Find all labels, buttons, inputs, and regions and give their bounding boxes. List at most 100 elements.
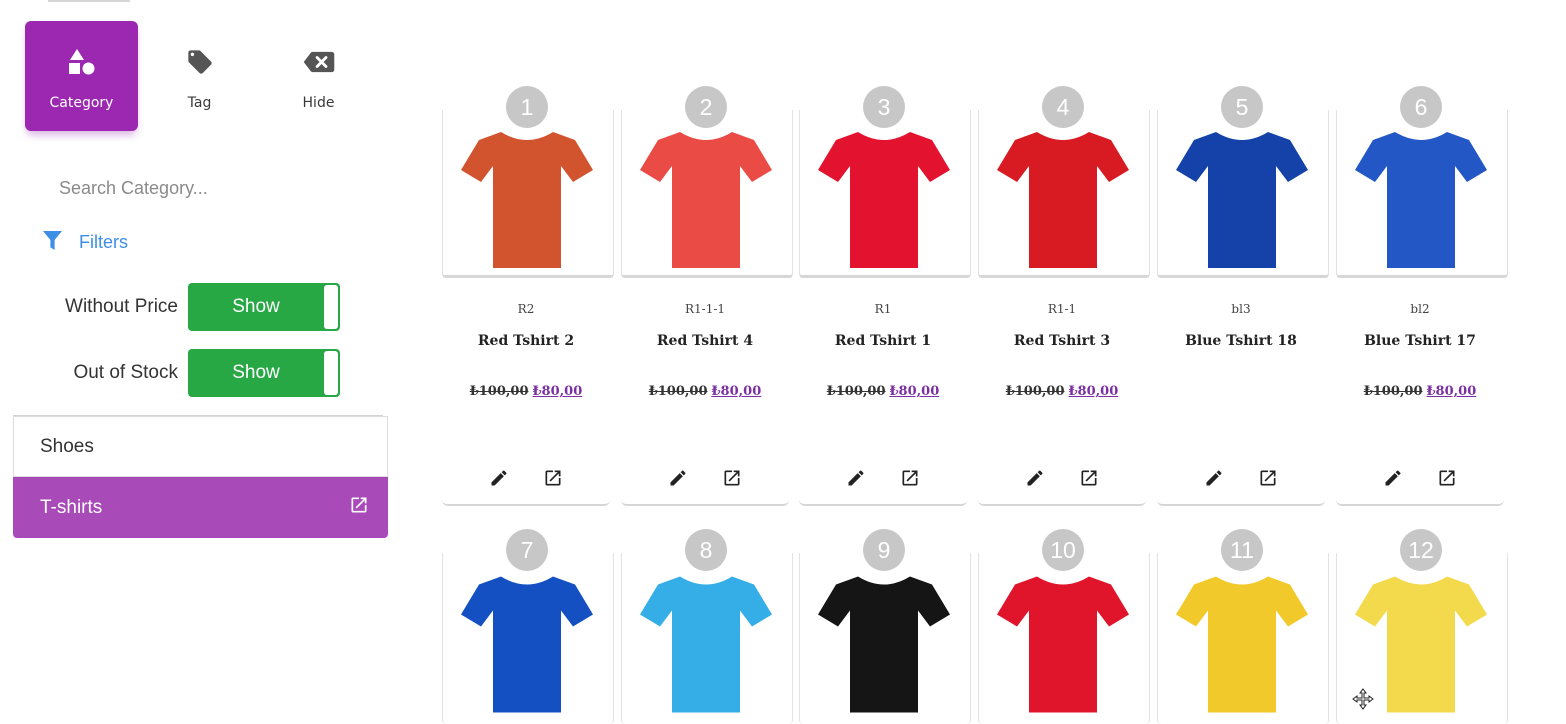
filters-toggle[interactable]: Filters xyxy=(42,230,128,255)
tshirt-shape xyxy=(640,132,772,268)
sale-price[interactable]: ₺80,00 xyxy=(533,384,583,399)
product-image[interactable] xyxy=(978,553,1150,724)
product-index-badge: 4 xyxy=(1042,86,1084,128)
sale-price[interactable]: ₺80,00 xyxy=(890,384,940,399)
category-list: Shoes T-shirts xyxy=(13,416,388,538)
tshirt-shape xyxy=(997,576,1129,713)
product-index-badge: 9 xyxy=(863,529,905,571)
product-price: ₺100,00 ₺80,00 xyxy=(442,384,610,399)
sale-price[interactable]: ₺80,00 xyxy=(1069,384,1119,399)
product-price: ₺100,00 ₺80,00 xyxy=(978,384,1146,399)
without-price-toggle[interactable]: Show xyxy=(188,283,340,331)
edit-icon[interactable] xyxy=(1023,466,1047,490)
old-price: ₺100,00 xyxy=(469,384,529,399)
product-index-badge: 6 xyxy=(1400,86,1442,128)
sale-price[interactable]: ₺80,00 xyxy=(712,384,762,399)
open-in-new-icon[interactable] xyxy=(541,466,565,490)
product-index-badge: 11 xyxy=(1221,529,1263,571)
product-price: ₺100,00 ₺80,00 xyxy=(621,384,789,399)
tab-hide[interactable]: Hide xyxy=(262,21,375,131)
product-actions xyxy=(621,466,789,506)
product-name: Red Tshirt 1 xyxy=(834,333,932,349)
toggle-knob xyxy=(324,351,338,395)
product-index-badge: 3 xyxy=(863,86,905,128)
edit-icon[interactable] xyxy=(487,466,511,490)
tshirt-shape xyxy=(1355,132,1487,268)
product-name: Blue Tshirt 18 xyxy=(1185,333,1297,349)
product-image[interactable] xyxy=(621,553,793,724)
product-image[interactable] xyxy=(799,553,971,724)
product-actions xyxy=(978,466,1146,506)
open-in-new-icon[interactable] xyxy=(1435,466,1459,490)
tshirt-shape xyxy=(461,132,593,268)
product-image[interactable] xyxy=(1157,553,1329,724)
product-index-badge: 8 xyxy=(685,529,727,571)
product-image[interactable] xyxy=(1157,110,1329,278)
open-in-new-icon[interactable] xyxy=(1256,466,1280,490)
product-name: Red Tshirt 2 xyxy=(477,333,575,349)
open-in-new-icon[interactable] xyxy=(720,466,744,490)
tshirt-shape xyxy=(640,576,772,713)
toggle-knob xyxy=(324,285,338,329)
category-item-label: Shoes xyxy=(40,435,94,457)
without-price-toggle-text: Show xyxy=(232,296,280,317)
product-image[interactable] xyxy=(799,110,971,278)
shapes-icon xyxy=(68,47,96,77)
edit-icon[interactable] xyxy=(1202,466,1226,490)
edit-icon[interactable] xyxy=(844,466,868,490)
product-index-badge: 7 xyxy=(506,529,548,571)
tshirt-shape xyxy=(818,132,950,268)
product-actions xyxy=(1157,466,1325,506)
product-index-badge: 5 xyxy=(1221,86,1263,128)
product-name: Blue Tshirt 17 xyxy=(1364,333,1476,349)
edit-icon[interactable] xyxy=(666,466,690,490)
backspace-icon xyxy=(303,47,335,77)
product-image[interactable] xyxy=(1336,110,1508,278)
tab-category[interactable]: Category xyxy=(25,21,138,131)
product-actions xyxy=(1336,466,1504,506)
product-image[interactable] xyxy=(978,110,1150,278)
tshirt-shape xyxy=(1355,576,1487,713)
tshirt-shape xyxy=(997,132,1129,268)
edit-icon[interactable] xyxy=(1381,466,1405,490)
product-index-badge: 1 xyxy=(506,86,548,128)
product-sku: R2 xyxy=(517,302,535,316)
product-index-badge: 12 xyxy=(1400,529,1442,571)
product-name: Red Tshirt 3 xyxy=(1013,333,1111,349)
search-category-input[interactable] xyxy=(34,172,374,204)
out-of-stock-toggle-text: Show xyxy=(232,362,280,383)
open-in-new-icon[interactable] xyxy=(1077,466,1101,490)
tshirt-shape xyxy=(461,576,593,713)
old-price: ₺100,00 xyxy=(1363,384,1423,399)
product-sku: R1 xyxy=(874,302,892,316)
old-price: ₺100,00 xyxy=(648,384,708,399)
tab-tag-label: Tag xyxy=(187,95,212,111)
tab-category-label: Category xyxy=(49,95,114,111)
old-price: ₺100,00 xyxy=(826,384,886,399)
product-sku: bl2 xyxy=(1410,302,1430,316)
product-price: ₺100,00 ₺80,00 xyxy=(1336,384,1504,399)
tshirt-shape xyxy=(818,576,950,713)
open-in-new-icon[interactable] xyxy=(349,495,369,521)
product-image[interactable] xyxy=(621,110,793,278)
top-divider xyxy=(48,0,130,2)
product-price: ₺100,00 ₺80,00 xyxy=(799,384,967,399)
out-of-stock-label: Out of Stock xyxy=(73,362,178,383)
product-image[interactable] xyxy=(442,553,614,724)
product-actions xyxy=(442,466,610,506)
product-sku: R1-1 xyxy=(1047,302,1077,316)
filters-label: Filters xyxy=(79,232,128,252)
tab-hide-label: Hide xyxy=(302,95,335,111)
without-price-label: Without Price xyxy=(65,296,178,317)
category-item-tshirts[interactable]: T-shirts xyxy=(13,477,388,538)
product-image[interactable] xyxy=(442,110,614,278)
out-of-stock-toggle[interactable]: Show xyxy=(188,349,340,397)
sale-price[interactable]: ₺80,00 xyxy=(1427,384,1477,399)
tab-tag[interactable]: Tag xyxy=(143,21,256,131)
category-item-shoes[interactable]: Shoes xyxy=(13,416,388,477)
product-name: Red Tshirt 4 xyxy=(656,333,754,349)
open-in-new-icon[interactable] xyxy=(898,466,922,490)
product-price xyxy=(1157,384,1325,399)
product-sku: bl3 xyxy=(1231,302,1251,316)
filter-icon xyxy=(42,230,63,255)
